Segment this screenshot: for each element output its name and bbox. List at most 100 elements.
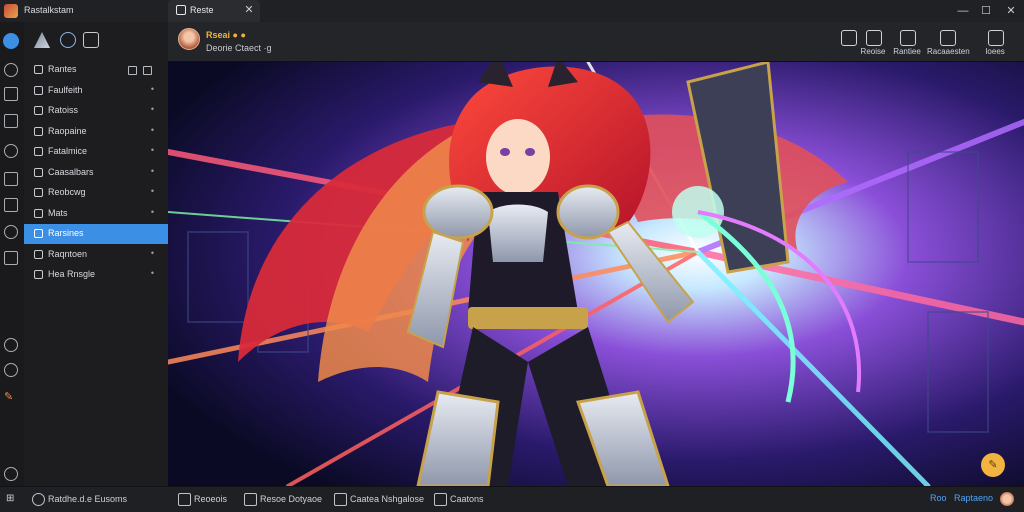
brush-icon[interactable]: ✎ xyxy=(4,390,18,404)
header-action-label: Racaaesten xyxy=(927,47,970,56)
target-icon[interactable] xyxy=(4,363,18,377)
pencil-icon xyxy=(244,493,257,506)
doc-icon xyxy=(334,493,347,506)
sidebar-item-label: Rantes xyxy=(48,64,77,74)
sidebar-item-label: Faulfeith xyxy=(48,84,83,95)
header-action-2[interactable]: Rantiee xyxy=(887,28,927,60)
avatar-icon xyxy=(866,30,882,46)
app-title: Rastalkstam xyxy=(24,5,74,15)
clock-icon[interactable] xyxy=(4,63,18,77)
image-icon xyxy=(434,493,447,506)
close-window-button[interactable]: ✕ xyxy=(1002,2,1020,20)
header-action-4[interactable]: Ioees xyxy=(975,28,1015,60)
chevron-icon: • xyxy=(150,186,154,196)
shield-icon[interactable] xyxy=(4,172,18,186)
bottom-item-label: Caatons xyxy=(450,494,484,504)
chevron-icon: • xyxy=(150,165,154,176)
document-icon xyxy=(900,30,916,46)
document-icon[interactable] xyxy=(4,87,18,101)
tab-page-icon xyxy=(176,5,186,15)
chevron-icon: • xyxy=(150,83,154,94)
minimize-button[interactable]: — xyxy=(954,2,972,20)
check-icon xyxy=(34,167,43,177)
chevron-icon: • xyxy=(150,104,154,114)
side-panel: Rantes Faulfeith • Ratoiss • Raopaine • Fatalmi… xyxy=(24,22,168,486)
bottom-item-label: Caatea Nshgalose xyxy=(350,494,425,504)
header-action-3[interactable]: Racaaesten xyxy=(927,28,970,60)
windows-grid-icon[interactable]: ⊞ xyxy=(6,494,16,504)
chevron-icon: • xyxy=(150,124,154,135)
tab-main[interactable]: Reste ✕ xyxy=(168,0,260,22)
bottom-item-label: Reoeois xyxy=(194,494,228,504)
folder-icon xyxy=(34,229,43,238)
grid-icon xyxy=(988,30,1004,46)
sidebar-item-6[interactable]: Reobcwg • xyxy=(24,183,168,203)
sidebar-item-1[interactable]: Faulfeith • xyxy=(24,81,168,101)
sidebar-item-4[interactable]: Fatalmice • xyxy=(24,142,168,162)
chat-icon xyxy=(34,126,43,136)
globe-icon xyxy=(34,188,43,197)
tab-title: Reste xyxy=(190,5,214,15)
file-icon xyxy=(34,147,43,156)
doc-icon xyxy=(34,270,43,279)
title-bar: Rastalkstam Reste ✕ — ☐ ✕ xyxy=(0,0,1024,22)
sidebar-item-label: Caasalbars xyxy=(48,166,94,177)
sidebar-item-3[interactable]: Raopaine • xyxy=(24,122,168,142)
sidebar-item-label: Ratoiss xyxy=(48,105,79,115)
sidebar-item-label: Raopaine xyxy=(48,125,87,136)
app-logo-icon xyxy=(4,4,18,18)
sidebar-item-label: Fatalmice xyxy=(48,146,88,156)
bookmark-icon[interactable] xyxy=(4,198,18,212)
profile-avatar-icon[interactable] xyxy=(1000,492,1014,506)
chevron-icon: • xyxy=(150,268,154,278)
bottom-link-raptaeno[interactable]: Raptaeno xyxy=(954,493,993,507)
sidebar-item-label: Raqntoen xyxy=(48,248,88,259)
robot-icon[interactable] xyxy=(83,32,99,48)
calendar-icon[interactable] xyxy=(4,251,18,265)
sidebar-item-7[interactable]: Mats • xyxy=(24,204,168,224)
sidebar-item-0[interactable]: Rantes xyxy=(24,60,168,80)
status-dot-icon xyxy=(32,493,45,506)
map-icon xyxy=(34,208,43,218)
sidebar-item-8[interactable]: Rarsines xyxy=(24,224,168,244)
gamepad-icon[interactable] xyxy=(60,32,76,48)
sidebar-item-2[interactable]: Ratoiss • xyxy=(24,101,168,121)
sidebar-item-9[interactable]: Raqntoen • xyxy=(24,245,168,265)
tab-close-button[interactable]: ✕ xyxy=(242,3,256,17)
user-subtitle: Deorie Ctaect ·g xyxy=(206,43,272,53)
history-icon[interactable] xyxy=(4,144,18,158)
info-icon[interactable] xyxy=(4,467,18,481)
sidebar-item-label: Mats xyxy=(48,207,68,218)
sidebar-item-label: Rarsines xyxy=(48,228,84,238)
compass-icon[interactable] xyxy=(4,225,18,239)
fantasy-warrior-illustration xyxy=(168,62,1024,486)
sidebar-item-5[interactable]: Caasalbars • xyxy=(24,163,168,183)
notification-icon xyxy=(940,30,956,46)
chevron-icon: • xyxy=(150,247,154,258)
chevron-icon: • xyxy=(150,206,154,217)
sidebar-item-10[interactable]: Hea Rnsgle • xyxy=(24,265,168,285)
edit-fab-button[interactable]: ✎ xyxy=(981,453,1005,477)
avatar[interactable] xyxy=(178,28,200,50)
mountain-icon[interactable] xyxy=(34,32,50,48)
globe-icon xyxy=(178,493,191,506)
sidebar-item-label: Hea Rnsgle xyxy=(48,269,96,279)
bottom-item-label: Resoe Dotyaoe xyxy=(260,494,323,504)
play-icon[interactable] xyxy=(4,338,18,352)
bottom-bar: ⊞ Ratdhe.d.e Eusoms Reoeois Resoe Dotyaoe… xyxy=(0,486,1024,512)
header-bar: Rseai ● ● Deorie Ctaect ·g Reoise Rantiee… xyxy=(168,22,1024,62)
header-action-label: Ioees xyxy=(985,47,1005,56)
user-name[interactable]: Rseai ● ● xyxy=(206,30,246,40)
bottom-link-roo[interactable]: Roo xyxy=(930,493,947,507)
maximize-button[interactable]: ☐ xyxy=(977,2,995,20)
list-icon xyxy=(34,85,43,95)
brand-eye-icon[interactable] xyxy=(3,33,19,49)
status-label: Ratdhe.d.e Eusoms xyxy=(48,494,128,504)
panel-header xyxy=(24,22,168,62)
gear-icon xyxy=(34,249,43,259)
icon-rail: ✎ xyxy=(0,22,24,486)
home-icon xyxy=(34,65,43,74)
artwork-canvas: ✎ xyxy=(168,62,1024,486)
chevron-icon: • xyxy=(150,145,154,155)
edit-icon[interactable] xyxy=(4,114,18,128)
